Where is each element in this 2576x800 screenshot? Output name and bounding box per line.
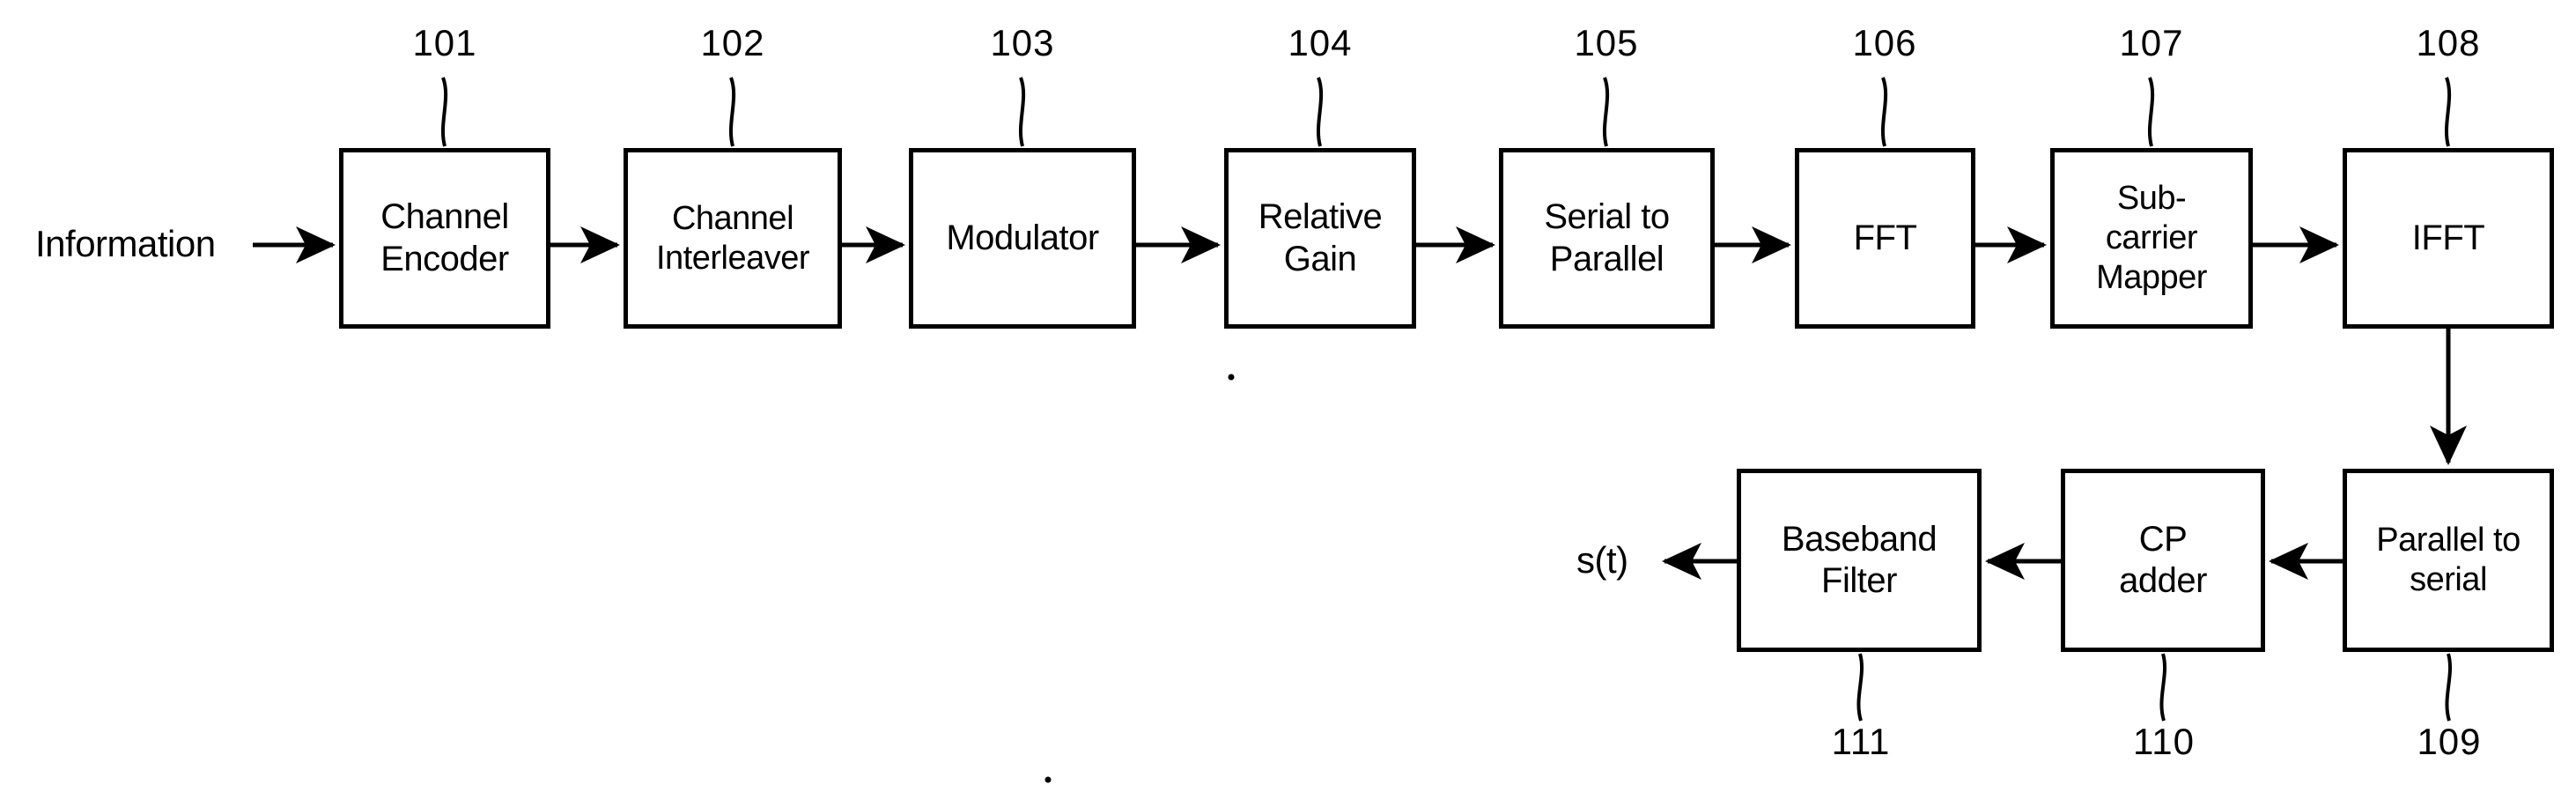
patent-block-diagram: Information s(t) Channel Encoder Channel… xyxy=(0,0,2576,800)
ref-numeral-107: 107 xyxy=(2119,22,2184,63)
output-label: s(t) xyxy=(1576,539,1628,581)
input-label: Information xyxy=(35,223,216,264)
leader-111 xyxy=(1856,653,1864,722)
block-cp-adder[interactable]: CP adder xyxy=(2061,469,2265,652)
ref-numeral-101: 101 xyxy=(412,22,477,63)
block-parallel-to-serial[interactable]: Parallel to serial xyxy=(2343,469,2554,652)
block-channel-encoder[interactable]: Channel Encoder xyxy=(339,148,550,329)
leader-109 xyxy=(2445,653,2453,722)
block-relative-gain[interactable]: Relative Gain xyxy=(1224,148,1416,329)
block-label-baseband-filter: Baseband Filter xyxy=(1781,519,1938,600)
block-label-parallel-to-serial: Parallel to serial xyxy=(2376,522,2521,598)
block-modulator[interactable]: Modulator xyxy=(909,148,1136,329)
block-channel-interleaver[interactable]: Channel Interleaver xyxy=(624,148,842,329)
leader-108 xyxy=(2444,77,2452,147)
ref-numeral-111: 111 xyxy=(1831,721,1891,762)
block-label-channel-interleaver: Channel Interleaver xyxy=(655,199,810,277)
diagram-connector-layer xyxy=(253,77,2467,783)
block-serial-to-parallel[interactable]: Serial to Parallel xyxy=(1499,148,1715,329)
ref-numeral-110: 110 xyxy=(2133,721,2195,762)
ref-numeral-102: 102 xyxy=(700,22,765,63)
block-label-modulator: Modulator xyxy=(946,218,1099,257)
ref-numeral-103: 103 xyxy=(990,22,1055,63)
ref-numeral-105: 105 xyxy=(1574,22,1639,63)
block-label-cp-adder: CP adder xyxy=(2119,519,2207,600)
block-label-fft: FFT xyxy=(1853,218,1917,257)
block-label-ifft: IFFT xyxy=(2411,218,2485,257)
block-label-relative-gain: Relative Gain xyxy=(1258,197,1383,278)
ref-numeral-106: 106 xyxy=(1852,22,1917,63)
leader-107 xyxy=(2147,77,2155,147)
leader-104 xyxy=(1316,77,1324,147)
block-label-sub-carrier-mapper: Sub- carrier Mapper xyxy=(2096,180,2207,296)
leader-105 xyxy=(1602,77,1610,147)
block-sub-carrier-mapper[interactable]: Sub- carrier Mapper xyxy=(2050,148,2253,329)
leader-101 xyxy=(440,77,448,147)
leader-106 xyxy=(1880,77,1888,147)
block-label-serial-to-parallel: Serial to Parallel xyxy=(1544,197,1670,278)
ref-numeral-109: 109 xyxy=(2417,721,2482,762)
ref-numeral-108: 108 xyxy=(2416,22,2481,63)
leader-110 xyxy=(2159,653,2167,722)
ref-numeral-104: 104 xyxy=(1288,22,1353,63)
block-label-channel-encoder: Channel Encoder xyxy=(380,197,509,278)
block-baseband-filter[interactable]: Baseband Filter xyxy=(1737,469,1982,652)
leader-103 xyxy=(1018,77,1026,147)
block-ifft[interactable]: IFFT xyxy=(2343,148,2554,329)
block-fft[interactable]: FFT xyxy=(1795,148,1975,329)
leader-102 xyxy=(728,77,736,147)
